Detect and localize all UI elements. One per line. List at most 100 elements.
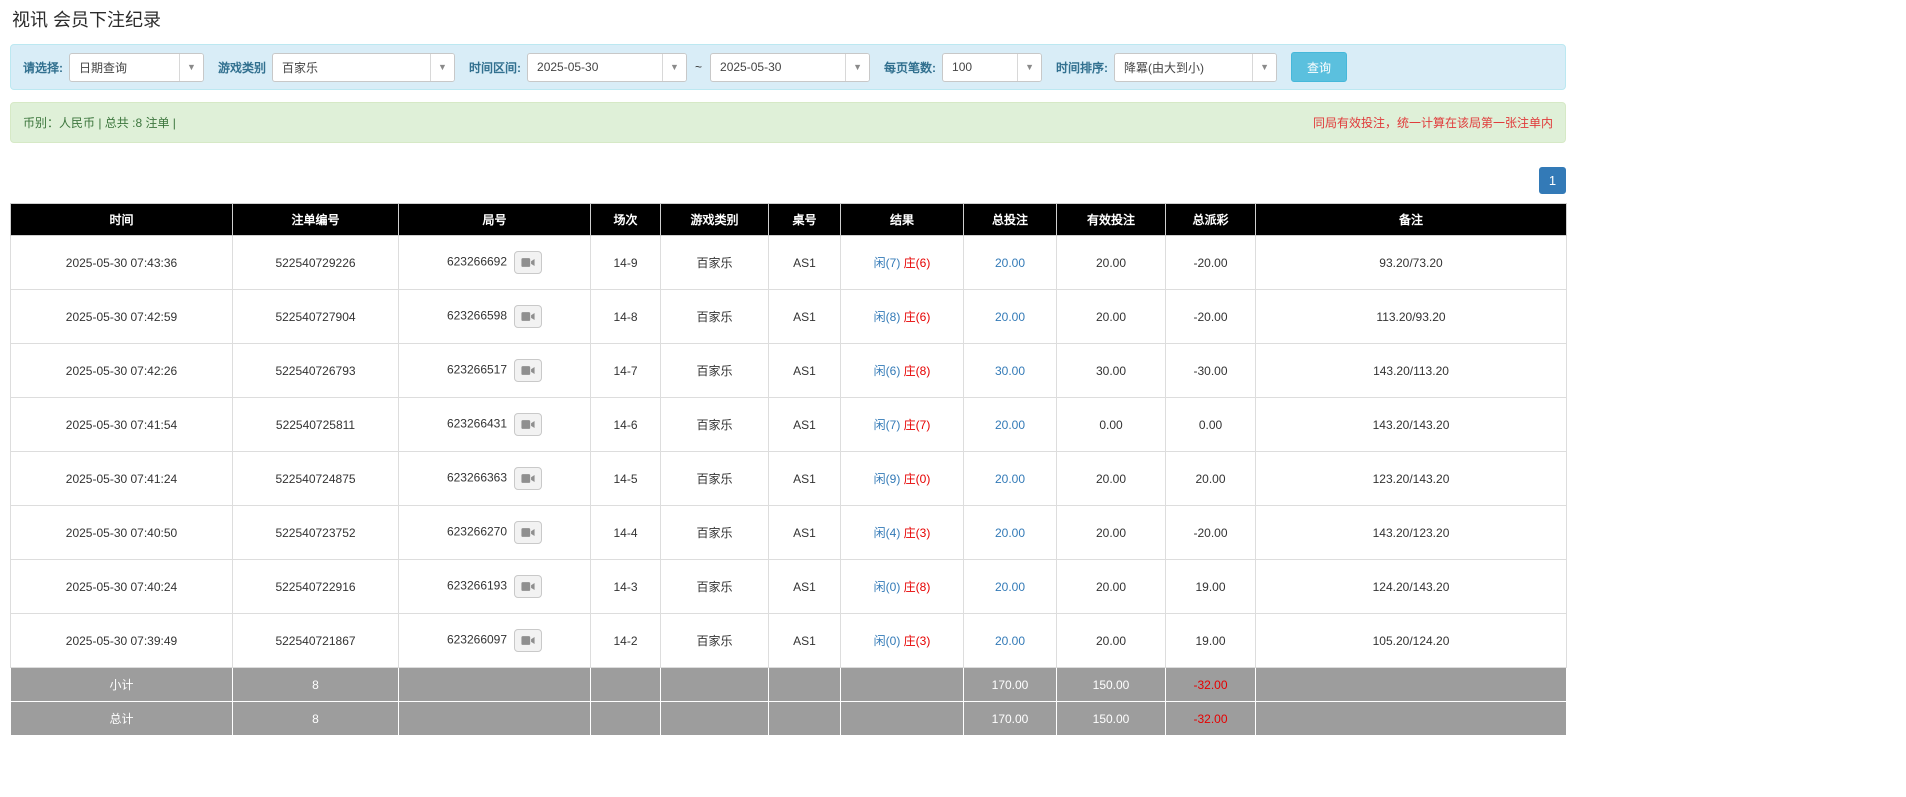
video-icon: [521, 257, 535, 268]
cell-game-type: 百家乐: [661, 236, 769, 290]
result-banker: 庄(6): [904, 310, 931, 324]
date-range-separator: ~: [693, 60, 704, 74]
video-replay-button[interactable]: [514, 251, 542, 274]
cell-session: 14-5: [591, 452, 661, 506]
result-banker: 庄(3): [904, 634, 931, 648]
chevron-down-icon[interactable]: ▼: [662, 54, 686, 81]
sort-order-select[interactable]: 降冪(由大到小) ▼: [1114, 53, 1277, 82]
round-id-text: 623266097: [447, 633, 507, 647]
result-player: 闲(4): [874, 526, 901, 540]
result-player: 闲(6): [874, 364, 901, 378]
total-bet-link[interactable]: 30.00: [995, 364, 1025, 378]
table-foot: 小计8170.00150.00-32.00总计8170.00150.00-32.…: [11, 668, 1567, 736]
date-from-select[interactable]: 2025-05-30 ▼: [527, 53, 687, 82]
total-bet-link[interactable]: 20.00: [995, 418, 1025, 432]
chevron-down-icon[interactable]: ▼: [430, 54, 454, 81]
table-header: 时间注单编号局号场次游戏类别桌号结果总投注有效投注总派彩备注: [11, 204, 1567, 236]
cell-valid-bet: 20.00: [1057, 452, 1166, 506]
cell-result: 闲(7) 庄(6): [841, 236, 964, 290]
cell-game-type: 百家乐: [661, 452, 769, 506]
result-banker: 庄(7): [904, 418, 931, 432]
game-type-value: 百家乐: [273, 54, 430, 81]
notice-text: 同局有效投注，统一计算在该局第一张注单内: [1313, 114, 1553, 131]
video-replay-button[interactable]: [514, 521, 542, 544]
video-icon: [521, 581, 535, 592]
cell-table-no: AS1: [769, 560, 841, 614]
cell-remark: 93.20/73.20: [1256, 236, 1567, 290]
cell-session: 14-8: [591, 290, 661, 344]
table-header-row: 时间注单编号局号场次游戏类别桌号结果总投注有效投注总派彩备注: [11, 204, 1567, 236]
cell-time: 2025-05-30 07:40:50: [11, 506, 233, 560]
game-type-select[interactable]: 百家乐 ▼: [272, 53, 455, 82]
table-row: 2025-05-30 07:42:26522540726793623266517…: [11, 344, 1567, 398]
cell-valid-bet: 20.00: [1057, 506, 1166, 560]
video-icon: [521, 365, 535, 376]
total-bet-link[interactable]: 20.00: [995, 580, 1025, 594]
page-size-label: 每页笔数:: [884, 59, 936, 76]
chevron-down-icon[interactable]: ▼: [179, 54, 203, 81]
cell-remark: 124.20/143.20: [1256, 560, 1567, 614]
query-type-value: 日期查询: [70, 54, 179, 81]
search-button[interactable]: 查询: [1291, 52, 1347, 82]
video-replay-button[interactable]: [514, 305, 542, 328]
cell-remark: 143.20/113.20: [1256, 344, 1567, 398]
result-banker: 庄(6): [904, 256, 931, 270]
video-icon: [521, 311, 535, 322]
cell-payout: -30.00: [1166, 344, 1256, 398]
result-player: 闲(8): [874, 310, 901, 324]
footer-empty: [841, 668, 964, 702]
footer-valid-bet: 150.00: [1057, 702, 1166, 736]
cell-payout: 19.00: [1166, 560, 1256, 614]
cell-bet-id: 522540729226: [233, 236, 399, 290]
chevron-down-icon[interactable]: ▼: [845, 54, 869, 81]
cell-session: 14-4: [591, 506, 661, 560]
page-1-button[interactable]: 1: [1539, 167, 1566, 194]
round-id-text: 623266598: [447, 309, 507, 323]
cell-game-type: 百家乐: [661, 344, 769, 398]
cell-bet-id: 522540721867: [233, 614, 399, 668]
total-bet-link[interactable]: 20.00: [995, 310, 1025, 324]
cell-round-id: 623266692: [399, 236, 591, 290]
video-replay-button[interactable]: [514, 575, 542, 598]
column-header-9: 总派彩: [1166, 204, 1256, 236]
total-bet-link[interactable]: 20.00: [995, 472, 1025, 486]
column-header-2: 局号: [399, 204, 591, 236]
cell-session: 14-6: [591, 398, 661, 452]
chevron-down-icon[interactable]: ▼: [1017, 54, 1041, 81]
result-player: 闲(0): [874, 580, 901, 594]
query-type-select[interactable]: 日期查询 ▼: [69, 53, 204, 82]
column-header-4: 游戏类别: [661, 204, 769, 236]
subtotal-row: 小计8170.00150.00-32.00: [11, 668, 1567, 702]
result-player: 闲(7): [874, 256, 901, 270]
page-size-select[interactable]: 100 ▼: [942, 53, 1042, 82]
cell-time: 2025-05-30 07:41:24: [11, 452, 233, 506]
total-bet-link[interactable]: 20.00: [995, 526, 1025, 540]
date-to-select[interactable]: 2025-05-30 ▼: [710, 53, 870, 82]
table-row: 2025-05-30 07:41:24522540724875623266363…: [11, 452, 1567, 506]
cell-result: 闲(8) 庄(6): [841, 290, 964, 344]
video-replay-button[interactable]: [514, 629, 542, 652]
cell-table-no: AS1: [769, 290, 841, 344]
footer-label: 总计: [11, 702, 233, 736]
cell-valid-bet: 30.00: [1057, 344, 1166, 398]
chevron-down-icon[interactable]: ▼: [1252, 54, 1276, 81]
video-replay-button[interactable]: [514, 359, 542, 382]
cell-session: 14-9: [591, 236, 661, 290]
video-replay-button[interactable]: [514, 467, 542, 490]
result-player: 闲(9): [874, 472, 901, 486]
cell-result: 闲(7) 庄(7): [841, 398, 964, 452]
currency-summary-text: 币别：人民币 | 总共 :8 注单 |: [23, 114, 176, 131]
cell-total-bet: 20.00: [964, 236, 1057, 290]
total-bet-link[interactable]: 20.00: [995, 256, 1025, 270]
cell-remark: 143.20/123.20: [1256, 506, 1567, 560]
cell-bet-id: 522540726793: [233, 344, 399, 398]
table-row: 2025-05-30 07:39:49522540721867623266097…: [11, 614, 1567, 668]
video-icon: [521, 473, 535, 484]
filter-bar: 请选择: 日期查询 ▼ 游戏类别 百家乐 ▼ 时间区间: 2025-05-30 …: [10, 44, 1566, 90]
cell-valid-bet: 0.00: [1057, 398, 1166, 452]
video-replay-button[interactable]: [514, 413, 542, 436]
total-bet-link[interactable]: 20.00: [995, 634, 1025, 648]
cell-total-bet: 20.00: [964, 290, 1057, 344]
cell-total-bet: 20.00: [964, 452, 1057, 506]
cell-total-bet: 20.00: [964, 398, 1057, 452]
